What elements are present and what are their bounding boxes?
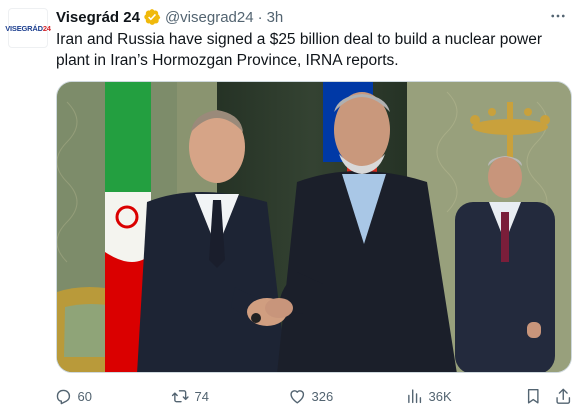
- retweet-button[interactable]: 74: [171, 382, 209, 410]
- bookmark-icon: [527, 388, 539, 404]
- retweet-count: 74: [194, 388, 209, 404]
- action-bar: 60 74 326 36K: [50, 382, 580, 410]
- heart-icon: [290, 389, 305, 404]
- share-button[interactable]: [554, 382, 573, 410]
- avatar-logo: VISEGRÁD24: [5, 23, 51, 33]
- tweet-photo[interactable]: [56, 81, 572, 373]
- photo-scene: [57, 82, 571, 372]
- like-count: 326: [311, 388, 334, 404]
- like-button[interactable]: 326: [288, 382, 333, 410]
- verified-badge-icon[interactable]: [143, 8, 161, 26]
- views-button[interactable]: 36K: [405, 382, 452, 410]
- bookmark-button[interactable]: [524, 382, 543, 410]
- tweet-header: Visegrád 24 @visegrad24 · 3h: [56, 7, 283, 27]
- avatar[interactable]: VISEGRÁD24: [5, 8, 51, 48]
- retweet-icon: [171, 389, 189, 403]
- views-count: 36K: [428, 388, 452, 404]
- separator-dot: ·: [257, 8, 263, 26]
- views-chart-icon: [408, 389, 422, 403]
- display-name[interactable]: Visegrád 24: [56, 9, 140, 26]
- handle[interactable]: @visegrad24: [165, 9, 254, 26]
- reply-icon: [56, 389, 71, 405]
- reply-button[interactable]: 60: [54, 382, 92, 410]
- share-icon: [556, 388, 571, 404]
- timestamp[interactable]: 3h: [267, 9, 284, 26]
- reply-count: 60: [77, 388, 92, 404]
- more-dots-icon[interactable]: [546, 6, 570, 26]
- tweet[interactable]: VISEGRÁD24 Visegrád 24 @visegrad24 · 3h …: [0, 0, 580, 416]
- tweet-text: Iran and Russia have signed a $25 billio…: [56, 31, 542, 69]
